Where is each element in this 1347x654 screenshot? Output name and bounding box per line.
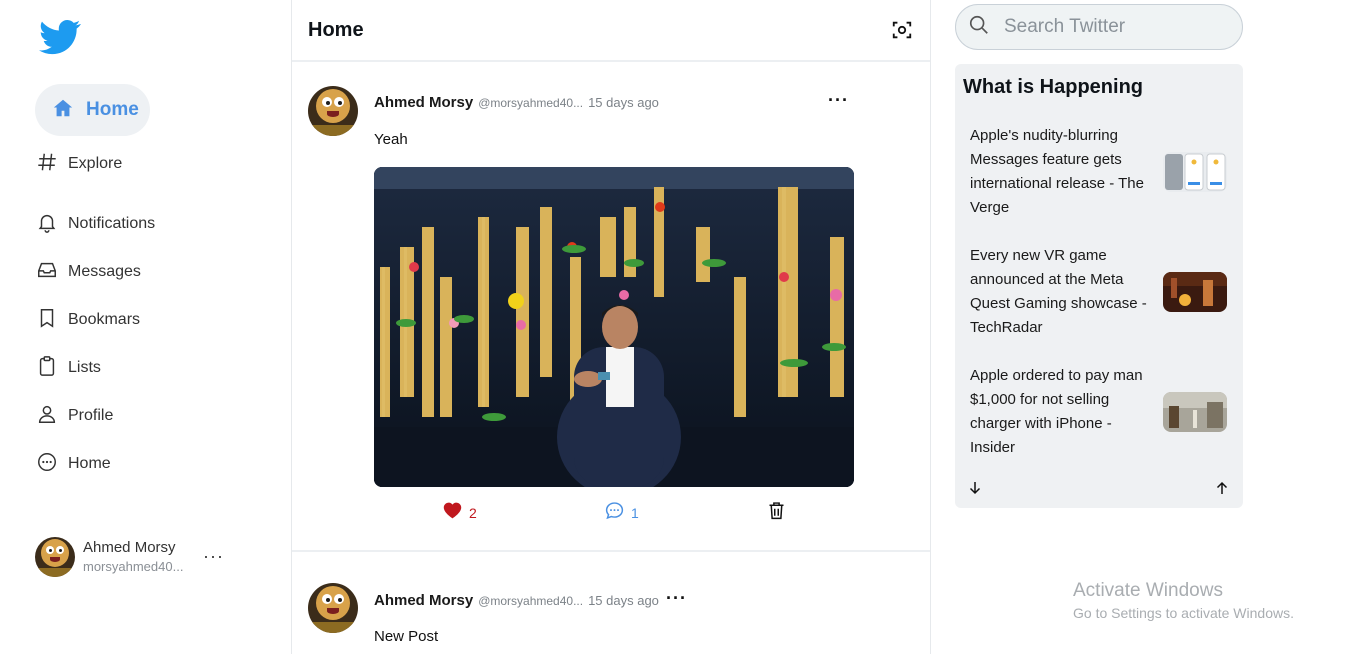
user-icon xyxy=(36,403,58,430)
trends-title: What is Happening xyxy=(963,76,1143,98)
comment-icon xyxy=(604,500,625,526)
more-circle-icon xyxy=(36,451,58,478)
arrow-up-icon[interactable] xyxy=(1214,480,1230,496)
tweet-actions: 2 1 xyxy=(292,499,930,525)
account-handle: morsyahmed40... xyxy=(83,559,184,574)
tweet-text: New Post xyxy=(374,628,439,645)
tweet-text: Yeah xyxy=(374,131,408,148)
scan-icon[interactable] xyxy=(891,19,913,41)
sidebar-item-label: Lists xyxy=(68,359,101,376)
more-icon[interactable]: ··· xyxy=(828,90,849,111)
sidebar-item-label: Explore xyxy=(68,155,123,172)
inbox-icon xyxy=(36,259,58,286)
trend-item[interactable]: Every new VR game announced at the Meta … xyxy=(970,244,1228,340)
arrow-down-icon[interactable] xyxy=(967,480,983,496)
avatar[interactable] xyxy=(308,86,358,136)
avatar[interactable] xyxy=(308,583,358,633)
watermark-title: Activate Windows xyxy=(1073,580,1223,601)
tweet-author-name[interactable]: Ahmed Morsy xyxy=(374,592,473,609)
bookmark-icon xyxy=(36,307,58,334)
like-button[interactable]: 2 xyxy=(442,500,477,526)
sidebar-item-notifications[interactable]: Notifications xyxy=(36,209,155,239)
clipboard-icon xyxy=(36,355,58,382)
sidebar: Home Explore Notifications Messages Book… xyxy=(0,0,291,654)
watermark-subtitle: Go to Settings to activate Windows. xyxy=(1073,605,1294,621)
more-icon[interactable]: ··· xyxy=(203,546,224,567)
trend-thumbnail xyxy=(1163,272,1227,312)
hashtag-icon xyxy=(36,151,58,178)
trend-thumbnail xyxy=(1163,392,1227,432)
tweet-timestamp: 15 days ago xyxy=(588,593,659,608)
tweet[interactable]: Ahmed Morsy @morsyahmed40... 15 days ago… xyxy=(292,62,930,552)
trend-headline: Every new VR game announced at the Meta … xyxy=(970,247,1147,336)
tweet-author-handle: @morsyahmed40... xyxy=(478,96,584,110)
sidebar-item-explore[interactable]: Explore xyxy=(36,149,122,179)
tweet[interactable]: Ahmed Morsy @morsyahmed40... 15 days ago… xyxy=(292,553,930,654)
windows-activation-watermark: Activate Windows Go to Settings to activ… xyxy=(1073,580,1294,621)
sidebar-item-lists[interactable]: Lists xyxy=(36,353,101,383)
like-count: 2 xyxy=(469,505,477,521)
tweet-author-name[interactable]: Ahmed Morsy xyxy=(374,94,473,111)
account-switcher[interactable]: Ahmed Morsy morsyahmed40... ··· xyxy=(35,536,235,578)
sidebar-item-label: Messages xyxy=(68,263,141,280)
search-input[interactable] xyxy=(1004,16,1224,38)
trend-thumbnail xyxy=(1163,152,1227,192)
feed-header: Home xyxy=(292,0,930,62)
trend-item[interactable]: Apple's nudity-blurring Messages feature… xyxy=(970,124,1228,220)
sidebar-item-home[interactable]: Home xyxy=(35,84,150,136)
delete-button[interactable] xyxy=(766,500,787,526)
tweet-meta: Ahmed Morsy @morsyahmed40... 15 days ago xyxy=(374,592,659,609)
sidebar-item-label: Notifications xyxy=(68,215,156,232)
search-icon xyxy=(968,14,990,41)
trends-panel: What is Happening Apple's nudity-blurrin… xyxy=(955,64,1243,508)
sidebar-item-label: Profile xyxy=(68,407,114,424)
tweet-timestamp: 15 days ago xyxy=(588,95,659,110)
comment-count: 1 xyxy=(631,505,639,521)
sidebar-item-label: Home xyxy=(86,99,139,120)
tweet-author-handle: @morsyahmed40... xyxy=(478,594,584,608)
trend-headline: Apple ordered to pay man $1,000 for not … xyxy=(970,367,1143,456)
sidebar-item-more[interactable]: Home xyxy=(36,449,111,479)
page-title: Home xyxy=(308,18,364,41)
twitter-bird-icon[interactable] xyxy=(36,16,84,58)
trend-headline: Apple's nudity-blurring Messages feature… xyxy=(970,127,1144,216)
avatar xyxy=(35,537,75,577)
sidebar-item-profile[interactable]: Profile xyxy=(36,401,113,431)
home-icon xyxy=(52,97,74,124)
tweet-meta: Ahmed Morsy @morsyahmed40... 15 days ago xyxy=(374,94,659,111)
bell-icon xyxy=(36,211,58,238)
trend-item[interactable]: Apple ordered to pay man $1,000 for not … xyxy=(970,364,1228,460)
sidebar-item-bookmarks[interactable]: Bookmars xyxy=(36,305,140,335)
comment-button[interactable]: 1 xyxy=(604,500,639,526)
search-box[interactable] xyxy=(955,4,1243,50)
trash-icon xyxy=(766,500,787,526)
tweet-image[interactable] xyxy=(374,167,854,487)
sidebar-item-messages[interactable]: Messages xyxy=(36,257,141,287)
feed: Home Ahmed Morsy @morsyahmed40... 15 day… xyxy=(291,0,931,654)
more-icon[interactable]: ··· xyxy=(666,588,687,609)
account-name: Ahmed Morsy xyxy=(83,539,176,556)
sidebar-item-label: Bookmars xyxy=(68,311,141,328)
sidebar-item-label: Home xyxy=(68,455,111,472)
heart-icon xyxy=(442,500,463,526)
